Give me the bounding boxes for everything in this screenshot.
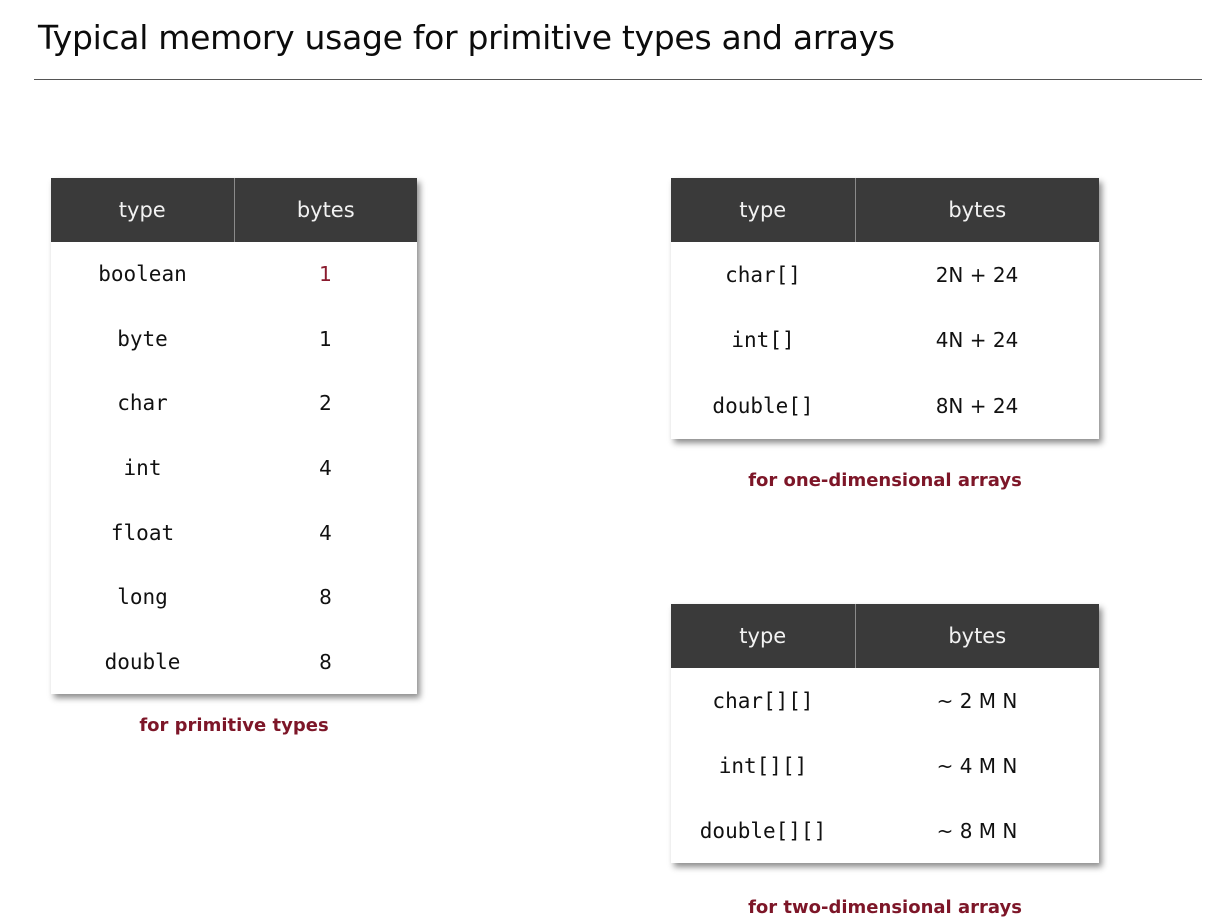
primitive-types-table: type bytes boolean 1 byte 1 char 2 int 4… — [51, 178, 417, 695]
table-row: long 8 — [51, 565, 417, 630]
one-dimensional-arrays-table: type bytes char[] 2N + 24 int[] 4N + 24 … — [671, 178, 1099, 439]
bytes-cell: 4 — [319, 456, 332, 481]
table-row: char[][] ~ 2 M N — [671, 668, 1099, 733]
column-header-type: type — [671, 604, 855, 668]
title-divider — [34, 79, 1202, 80]
bytes-cell: 8 — [319, 585, 332, 610]
type-cell: int — [123, 456, 162, 481]
type-cell: char[][] — [712, 688, 814, 713]
table-row: char 2 — [51, 371, 417, 436]
table-row: int 4 — [51, 436, 417, 501]
table-header-row: type bytes — [51, 178, 417, 242]
bytes-cell: 2N + 24 — [935, 262, 1019, 287]
column-header-type: type — [671, 178, 855, 242]
two-dimensional-arrays-caption: for two-dimensional arrays — [748, 897, 1022, 918]
bytes-cell: 4N + 24 — [935, 328, 1019, 353]
bytes-cell: 8 — [319, 649, 332, 674]
bytes-cell: ~ 2 M N — [936, 688, 1018, 713]
type-cell: byte — [117, 326, 168, 351]
bytes-cell: 2 — [319, 391, 332, 416]
bytes-cell: 4 — [319, 520, 332, 545]
type-cell: double[] — [712, 393, 814, 418]
table-row: boolean 1 — [51, 242, 417, 307]
type-cell: int[][] — [718, 753, 808, 778]
table-row: double[][] ~ 8 M N — [671, 798, 1099, 863]
bytes-cell: 1 — [319, 262, 332, 287]
type-cell: char[] — [725, 262, 801, 287]
type-cell: long — [117, 585, 168, 610]
bytes-cell: ~ 8 M N — [936, 818, 1018, 843]
one-dimensional-arrays-caption: for one-dimensional arrays — [748, 470, 1022, 491]
two-dimensional-arrays-table: type bytes char[][] ~ 2 M N int[][] ~ 4 … — [671, 604, 1099, 863]
slide-title: Typical memory usage for primitive types… — [38, 18, 895, 57]
primitive-types-caption: for primitive types — [139, 715, 329, 736]
table-header-row: type bytes — [671, 178, 1099, 242]
table-row: double[] 8N + 24 — [671, 373, 1099, 439]
type-cell: double — [104, 649, 181, 674]
column-header-type: type — [51, 178, 234, 242]
type-cell: char — [117, 391, 168, 416]
bytes-cell: ~ 4 M N — [936, 753, 1018, 778]
bytes-cell: 1 — [319, 326, 332, 351]
table-row: double 8 — [51, 630, 417, 695]
column-header-bytes: bytes — [233, 178, 417, 242]
column-header-bytes: bytes — [854, 178, 1099, 242]
column-header-bytes: bytes — [854, 604, 1099, 668]
table-row: int[] 4N + 24 — [671, 308, 1099, 374]
type-cell: double[][] — [699, 818, 827, 843]
table-row: char[] 2N + 24 — [671, 242, 1099, 308]
table-row: float 4 — [51, 500, 417, 565]
type-cell: boolean — [98, 262, 187, 287]
table-row: int[][] ~ 4 M N — [671, 733, 1099, 798]
table-row: byte 1 — [51, 307, 417, 372]
table-header-row: type bytes — [671, 604, 1099, 668]
type-cell: float — [110, 520, 175, 545]
bytes-cell: 8N + 24 — [935, 393, 1019, 418]
type-cell: int[] — [731, 328, 795, 353]
